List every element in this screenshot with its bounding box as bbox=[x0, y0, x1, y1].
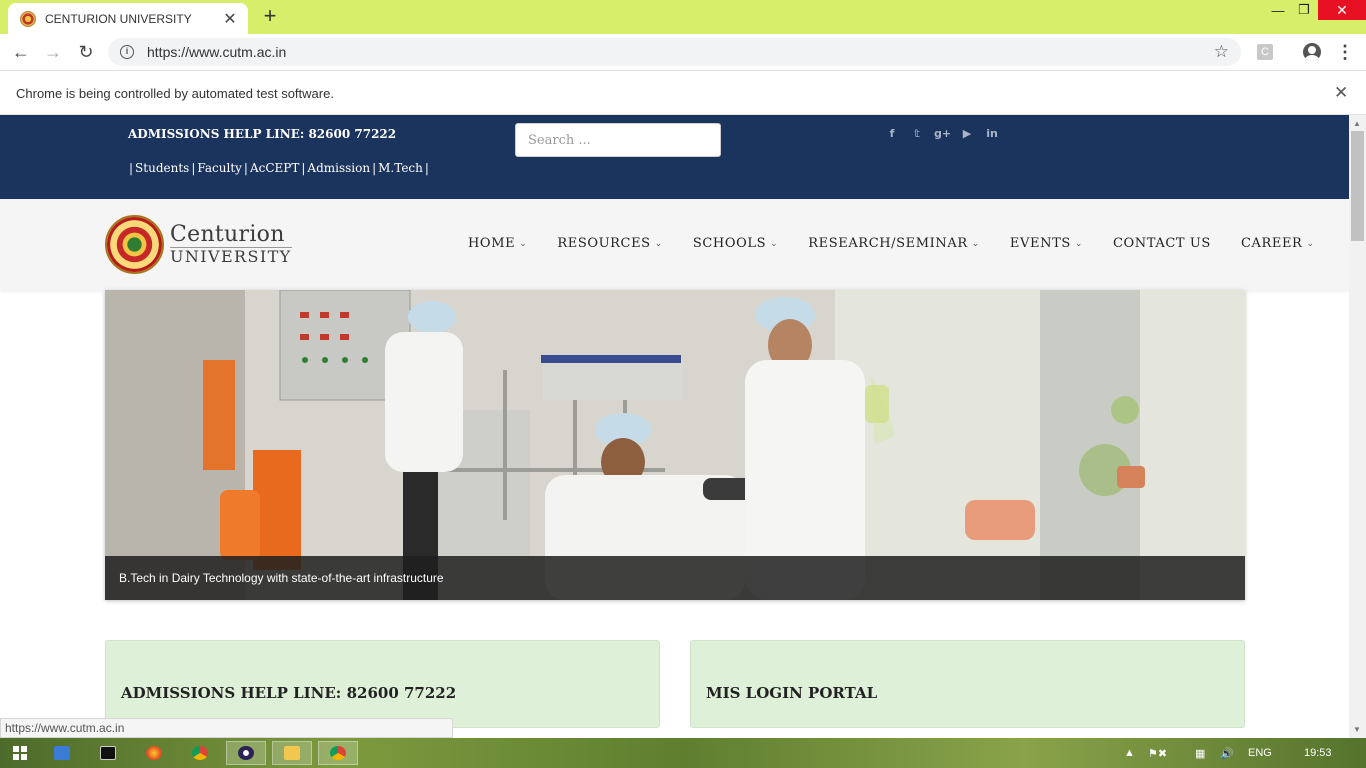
hero-slider[interactable]: B.Tech in Dairy Technology with state-of… bbox=[105, 290, 1245, 600]
logo-name: Centurion bbox=[170, 221, 285, 247]
taskbar-cmd-app[interactable] bbox=[88, 741, 128, 765]
quick-links: | Students | Faculty | AcCEPT | Admissio… bbox=[129, 161, 429, 175]
automation-infobar: Chrome is being controlled by automated … bbox=[0, 71, 1366, 115]
tab-title: CENTURION UNIVERSITY bbox=[45, 11, 192, 26]
taskbar-keyboard-app[interactable] bbox=[42, 741, 82, 765]
chevron-down-icon: ⌄ bbox=[654, 238, 663, 249]
taskbar-explorer-app[interactable] bbox=[272, 741, 312, 765]
site-favicon-icon bbox=[20, 10, 36, 27]
link-status-bubble: https://www.cutm.ac.in bbox=[0, 718, 453, 738]
google-plus-icon[interactable]: g+ bbox=[934, 127, 951, 140]
taskbar-chrome-app[interactable] bbox=[180, 741, 220, 765]
site-logo[interactable]: Centurion UNIVERSITY bbox=[105, 214, 292, 274]
chevron-down-icon: ⌄ bbox=[971, 238, 980, 249]
new-tab-button[interactable]: + bbox=[259, 5, 281, 27]
chrome-menu-icon[interactable]: ⋮ bbox=[1336, 40, 1354, 64]
network-signal-icon[interactable]: ▦ bbox=[1195, 738, 1205, 768]
keyboard-icon bbox=[54, 746, 70, 760]
quick-link-accept[interactable]: AcCEPT bbox=[250, 161, 299, 175]
admissions-helpline-card[interactable]: ADMISSIONS HELP LINE: 82600 77222 bbox=[105, 640, 660, 728]
university-seal-icon bbox=[105, 214, 164, 274]
menu-item-resources[interactable]: RESOURCES ⌄ bbox=[557, 236, 662, 251]
scroll-up-arrow-icon[interactable]: ▲ bbox=[1353, 119, 1361, 128]
taskbar-chrome-window[interactable] bbox=[318, 741, 358, 765]
file-explorer-icon bbox=[284, 746, 300, 760]
command-prompt-icon bbox=[100, 746, 116, 760]
chrome-icon bbox=[330, 746, 346, 760]
menu-bar: HOME ⌄ RESOURCES ⌄ SCHOOLS ⌄ RESEARCH/SEMIN… bbox=[468, 236, 1345, 251]
forward-arrow-icon[interactable]: → bbox=[41, 40, 65, 64]
taskbar-clock[interactable]: 19:53 bbox=[1304, 738, 1332, 768]
chevron-down-icon: ⌄ bbox=[1074, 238, 1083, 249]
menu-item-events[interactable]: EVENTS ⌄ bbox=[1010, 236, 1083, 251]
quick-link-students[interactable]: Students bbox=[135, 161, 189, 175]
taskbar-firefox-app[interactable] bbox=[134, 741, 174, 765]
start-button[interactable] bbox=[0, 741, 40, 765]
address-bar[interactable]: i https://www.cutm.ac.in ☆ bbox=[108, 38, 1241, 66]
input-language-indicator[interactable]: ENG bbox=[1248, 738, 1272, 768]
browser-tab[interactable]: CENTURION UNIVERSITY ✕ bbox=[8, 3, 248, 34]
menu-item-home[interactable]: HOME ⌄ bbox=[468, 236, 527, 251]
dairy-lab-photo bbox=[105, 290, 1245, 600]
action-center-flag-icon[interactable]: ⚑✖ bbox=[1148, 738, 1167, 768]
hero-caption-bar: B.Tech in Dairy Technology with state-of… bbox=[105, 556, 1245, 600]
card-title: MIS LOGIN PORTAL bbox=[706, 684, 878, 702]
taskbar-eclipse-app[interactable] bbox=[226, 741, 266, 765]
social-links: f 𝕥 g+ ▶ in bbox=[884, 127, 1000, 140]
chevron-down-icon: ⌄ bbox=[1306, 238, 1315, 249]
card-title: ADMISSIONS HELP LINE: 82600 77222 bbox=[121, 684, 457, 702]
infobar-message: Chrome is being controlled by automated … bbox=[16, 86, 334, 101]
site-top-bar: ADMISSIONS HELP LINE: 82600 77222 | Stud… bbox=[0, 115, 1349, 199]
infobar-close-icon[interactable]: ✕ bbox=[1334, 83, 1348, 103]
helpline-text: ADMISSIONS HELP LINE: 82600 77222 bbox=[128, 127, 397, 141]
tab-close-icon[interactable]: ✕ bbox=[222, 9, 238, 29]
close-window-button[interactable]: ✕ bbox=[1318, 0, 1366, 20]
menu-item-schools[interactable]: SCHOOLS ⌄ bbox=[693, 236, 778, 251]
mis-login-card[interactable]: MIS LOGIN PORTAL bbox=[690, 640, 1245, 728]
firefox-icon bbox=[146, 746, 162, 760]
menu-item-research-seminar[interactable]: RESEARCH/SEMINAR ⌄ bbox=[808, 236, 980, 251]
site-search-input[interactable] bbox=[515, 123, 721, 157]
page-viewport: ADMISSIONS HELP LINE: 82600 77222 | Stud… bbox=[0, 115, 1349, 738]
quick-link-admission[interactable]: Admission bbox=[307, 161, 370, 175]
browser-toolbar: ← → ↻ i https://www.cutm.ac.in ☆ C ⋮ bbox=[0, 34, 1366, 71]
page-scrollbar[interactable]: ▲ ▼ bbox=[1349, 115, 1366, 738]
minimize-window-button[interactable]: — bbox=[1266, 0, 1290, 20]
profile-avatar-icon[interactable] bbox=[1303, 43, 1321, 61]
scrollbar-thumb[interactable] bbox=[1351, 131, 1364, 241]
restore-window-button[interactable]: ❐ bbox=[1292, 0, 1316, 20]
menu-item-contact-us[interactable]: CONTACT US bbox=[1113, 236, 1211, 251]
extension-icon[interactable]: C bbox=[1257, 44, 1273, 60]
windows-logo-icon bbox=[13, 746, 27, 760]
menu-item-career[interactable]: CAREER ⌄ bbox=[1241, 236, 1315, 251]
scroll-down-arrow-icon[interactable]: ▼ bbox=[1353, 725, 1361, 734]
quick-link-mtech[interactable]: M.Tech bbox=[378, 161, 423, 175]
linkedin-icon[interactable]: in bbox=[984, 127, 1000, 140]
eclipse-icon bbox=[238, 746, 254, 760]
youtube-icon[interactable]: ▶ bbox=[959, 127, 975, 140]
main-navigation: Centurion UNIVERSITY HOME ⌄ RESOURCES ⌄ SC… bbox=[0, 199, 1349, 290]
show-hidden-icons-chevron-up-icon[interactable]: ▲ bbox=[1124, 738, 1135, 768]
site-info-icon[interactable]: i bbox=[120, 45, 134, 59]
reload-icon[interactable]: ↻ bbox=[74, 40, 98, 64]
facebook-icon[interactable]: f bbox=[884, 127, 900, 140]
twitter-icon[interactable]: 𝕥 bbox=[909, 127, 925, 140]
logo-subtitle: UNIVERSITY bbox=[170, 246, 292, 266]
url-text[interactable]: https://www.cutm.ac.in bbox=[147, 44, 1214, 60]
chevron-down-icon: ⌄ bbox=[770, 238, 779, 249]
back-arrow-icon[interactable]: ← bbox=[9, 40, 33, 64]
chrome-icon bbox=[192, 746, 208, 760]
hero-caption-text: B.Tech in Dairy Technology with state-of… bbox=[119, 571, 444, 585]
browser-tab-strip: CENTURION UNIVERSITY ✕ + — ❐ ✕ bbox=[0, 0, 1366, 34]
quick-link-faculty[interactable]: Faculty bbox=[197, 161, 242, 175]
volume-icon[interactable]: 🔊 bbox=[1220, 738, 1234, 768]
bookmark-star-icon[interactable]: ☆ bbox=[1214, 42, 1229, 62]
chevron-down-icon: ⌄ bbox=[519, 238, 528, 249]
